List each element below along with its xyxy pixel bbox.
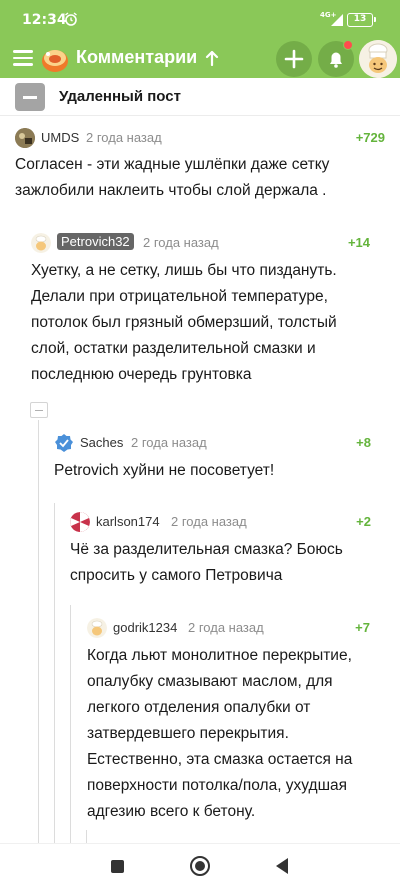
app-bar: Комментарии (0, 40, 400, 78)
comment-rating: +8 (356, 435, 371, 450)
comment: godrik1234 2 года назад +7 Когда льют мо… (87, 618, 387, 838)
clock: 12:34 (22, 12, 67, 28)
back-icon[interactable] (276, 858, 288, 874)
comment-rating: +2 (356, 514, 371, 529)
add-button[interactable] (276, 41, 312, 77)
deleted-post-label: Удаленный пост (59, 88, 181, 105)
comment-date: 2 года назад (171, 514, 247, 529)
chef-avatar-icon (359, 40, 397, 78)
avatar[interactable] (15, 128, 35, 148)
sort-arrow-icon[interactable] (205, 50, 219, 66)
comment-author[interactable]: godrik1234 (113, 620, 177, 635)
notification-badge (343, 40, 353, 50)
menu-icon[interactable] (13, 50, 33, 66)
thread-line (38, 420, 39, 843)
comment-text: Чё за разделительная смазка? Боюсь спрос… (70, 541, 343, 584)
user-avatar[interactable] (359, 40, 397, 78)
comment-rating: +729 (355, 130, 385, 145)
comment-author[interactable]: Petrovich32 (57, 233, 134, 250)
comment-date: 2 года назад (131, 435, 207, 450)
comment: karlson174 2 года назад +2 Чё за раздели… (70, 512, 385, 592)
comment: Petrovich32 2 года назад +14 Хуетку, а н… (31, 233, 386, 383)
logo-icon[interactable] (40, 44, 70, 74)
status-bar: 12:34 4G+ 13 (0, 0, 400, 40)
collapse-button[interactable] (15, 83, 45, 111)
comment-date: 2 года назад (143, 235, 219, 250)
home-icon[interactable] (190, 856, 210, 876)
stop-icon[interactable] (111, 860, 124, 873)
comment: Saches 2 года назад +8 Petrovich хуйни н… (54, 433, 384, 493)
system-nav-bar (0, 843, 400, 889)
collapse-thread-button[interactable] (30, 402, 48, 418)
comment-author[interactable]: Saches (80, 435, 123, 450)
deleted-post-header: Удаленный пост (0, 78, 400, 116)
comment-text: Согласен - эти жадные ушлёпки даже сетку… (15, 156, 330, 199)
thread-line (54, 503, 55, 843)
comments-list: Удаленный пост UMDS 2 года назад +729 Со… (0, 78, 400, 843)
avatar[interactable] (87, 618, 107, 638)
avatar[interactable] (31, 233, 51, 253)
comment-date: 2 года назад (86, 130, 162, 145)
plus-icon (284, 49, 304, 69)
thread-line (70, 605, 71, 843)
avatar[interactable] (70, 512, 90, 532)
page-title: Комментарии (76, 47, 198, 67)
comment-text: Petrovich хуйни не посоветует! (54, 462, 275, 479)
verified-icon (55, 434, 73, 452)
comment-rating: +14 (347, 235, 370, 250)
comment-date: 2 года назад (188, 620, 264, 635)
alarm-icon (65, 12, 77, 26)
avatar[interactable] (54, 433, 74, 453)
comment: UMDS 2 года назад +729 Согласен - эти жа… (15, 128, 385, 208)
signal-icon (331, 14, 343, 26)
comment-author[interactable]: karlson174 (96, 514, 160, 529)
comment-text: Хуетку, а не сетку, лишь бы что пизданут… (31, 262, 337, 383)
comment-rating: +7 (355, 620, 370, 635)
comment-text: Когда льют монолитное перекрытие, опалуб… (87, 647, 353, 820)
comment-author[interactable]: UMDS (41, 130, 79, 145)
battery-indicator: 13 (347, 13, 376, 27)
